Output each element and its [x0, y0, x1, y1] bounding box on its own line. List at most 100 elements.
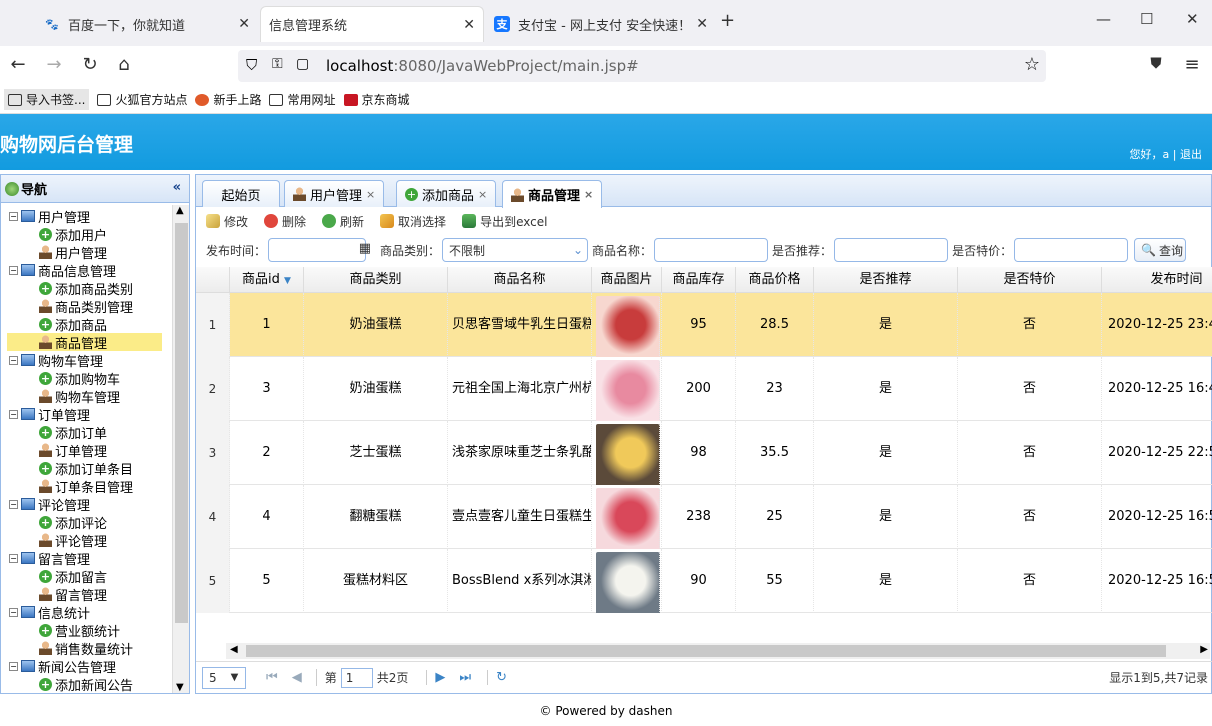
- col-image[interactable]: 商品图片: [592, 267, 662, 293]
- delete-button[interactable]: 删除: [264, 213, 306, 230]
- browser-tab-alipay[interactable]: 支 支付宝 - 网上支付 安全快速！ ✕: [486, 6, 716, 42]
- col-id[interactable]: 商品id ▼: [230, 267, 304, 293]
- scroll-right-icon[interactable]: ▶: [1200, 644, 1208, 655]
- last-page-icon[interactable]: ⏭: [459, 670, 471, 685]
- col-time[interactable]: 发布时间: [1102, 267, 1212, 293]
- tree-item[interactable]: + 添加留言: [39, 567, 107, 586]
- tree-item[interactable]: + 添加商品类别: [39, 279, 133, 298]
- back-icon[interactable]: ←: [6, 54, 30, 75]
- close-icon[interactable]: ✕: [238, 16, 250, 32]
- tree-group[interactable]: − 评论管理: [9, 495, 90, 514]
- tree-item[interactable]: + 添加商品: [39, 315, 107, 334]
- scroll-left-icon[interactable]: ◀: [230, 644, 238, 655]
- close-icon[interactable]: ×: [584, 188, 593, 201]
- reload-icon[interactable]: ↻: [78, 54, 102, 75]
- scroll-thumb[interactable]: [246, 645, 1166, 657]
- category-select[interactable]: 不限制 ⌄: [442, 238, 589, 262]
- tree-item[interactable]: 留言管理: [39, 585, 107, 604]
- page-number-input[interactable]: 1: [340, 667, 373, 688]
- collapse-toggle-icon[interactable]: −: [9, 211, 18, 221]
- tree-item[interactable]: + 营业额统计: [39, 621, 120, 640]
- col-special[interactable]: 是否特价: [958, 267, 1102, 293]
- forward-icon[interactable]: →: [42, 54, 66, 75]
- bookmark-firefox[interactable]: 火狐官方站点: [97, 91, 187, 108]
- reload-page-icon[interactable]: ↻: [487, 670, 507, 685]
- minimize-icon[interactable]: —: [1096, 10, 1111, 28]
- maximize-icon[interactable]: ☐: [1140, 10, 1153, 28]
- table-row[interactable]: 2 3 奶油蛋糕 元祖全国上海北京广州杭 200 23 是否 2020-12-25 16:4: [196, 357, 1212, 421]
- page-size-select[interactable]: 5 ▼: [202, 666, 246, 689]
- tree-item[interactable]: + 添加新闻公告: [39, 675, 133, 693]
- tree-item[interactable]: 购物车管理: [39, 387, 120, 406]
- scroll-up-icon[interactable]: ▲: [176, 205, 184, 216]
- logout-link[interactable]: 退出: [1180, 148, 1202, 161]
- col-category[interactable]: 商品类别: [304, 267, 448, 293]
- tree-item[interactable]: 订单管理: [39, 441, 107, 460]
- export-button[interactable]: 导出到excel: [462, 213, 547, 230]
- browser-tab-baidu[interactable]: 🐾 百度一下，你就知道 ✕: [36, 6, 258, 42]
- bookmark-newbie[interactable]: 新手上路: [195, 91, 261, 108]
- tree-item[interactable]: + 添加评论: [39, 513, 107, 532]
- menu-icon[interactable]: ≡: [1180, 54, 1204, 75]
- address-bar[interactable]: ⛉ ⚿ ▢ localhost:8080/JavaWebProject/main…: [238, 50, 1046, 82]
- collapse-toggle-icon[interactable]: −: [9, 409, 18, 419]
- tree-item[interactable]: + 添加用户: [39, 225, 107, 244]
- publish-time-input[interactable]: ▦: [268, 238, 371, 262]
- col-recommend[interactable]: 是否推荐: [814, 267, 958, 293]
- browser-tab-active[interactable]: 信息管理系统 ✕: [260, 6, 484, 42]
- tree-item[interactable]: + 添加购物车: [39, 369, 120, 388]
- first-page-icon[interactable]: ⏮: [266, 670, 278, 685]
- tree-group[interactable]: − 商品信息管理: [9, 261, 116, 280]
- tree-item[interactable]: + 添加订单条目: [39, 459, 133, 478]
- refresh-button[interactable]: 刷新: [322, 213, 364, 230]
- collapse-toggle-icon[interactable]: −: [9, 607, 18, 617]
- home-icon[interactable]: ⌂: [112, 54, 136, 75]
- window-close-icon[interactable]: ✕: [1186, 10, 1199, 28]
- tab-home[interactable]: 起始页: [202, 180, 280, 207]
- special-input[interactable]: [1014, 238, 1129, 262]
- tree-item[interactable]: 商品类别管理: [39, 297, 133, 316]
- tree-item[interactable]: 销售数量统计: [39, 639, 133, 658]
- query-button[interactable]: 🔍 查询: [1134, 238, 1187, 262]
- star-icon[interactable]: ☆: [1024, 54, 1040, 75]
- next-page-icon[interactable]: ▶: [426, 670, 445, 685]
- table-hscrollbar[interactable]: ◀ ▶: [226, 643, 1210, 659]
- tree-item[interactable]: 订单条目管理: [39, 477, 133, 496]
- table-row[interactable]: 1 1 奶油蛋糕 贝思客雪域牛乳生日蛋糕 95 28.5 是否 2020-12-25 23:4: [196, 293, 1212, 357]
- edit-button[interactable]: 修改: [206, 213, 248, 230]
- tab-add-goods[interactable]: + 添加商品 ×: [396, 180, 497, 207]
- cancel-select-button[interactable]: 取消选择: [380, 213, 446, 230]
- scroll-thumb[interactable]: [175, 223, 188, 623]
- tree-item[interactable]: + 添加订单: [39, 423, 107, 442]
- close-icon[interactable]: ×: [478, 188, 487, 201]
- tree-group[interactable]: − 新闻公告管理: [9, 657, 116, 676]
- table-row[interactable]: 3 2 芝士蛋糕 浅茶家原味重芝士条乳酪 98 35.5 是否 2020-12-25 22:5: [196, 421, 1212, 485]
- bookmark-jd[interactable]: 京东商城: [343, 91, 410, 108]
- scroll-down-icon[interactable]: ▼: [176, 682, 184, 693]
- col-name[interactable]: 商品名称: [448, 267, 592, 293]
- collapse-toggle-icon[interactable]: −: [9, 355, 18, 365]
- collapse-toggle-icon[interactable]: −: [9, 499, 18, 509]
- prev-page-icon[interactable]: ◀: [292, 670, 302, 685]
- table-row[interactable]: 5 5 蛋糕材料区 BossBlend x系列冰淇淋 90 55 是否 2020-12-25 …: [196, 549, 1212, 613]
- tree-group[interactable]: − 订单管理: [9, 405, 90, 424]
- collapse-toggle-icon[interactable]: −: [9, 553, 18, 563]
- table-row[interactable]: 4 4 翻糖蛋糕 壹点壹客儿童生日蛋糕生 238 25 是否 2020-12-25 16:5: [196, 485, 1212, 549]
- close-icon[interactable]: ×: [366, 188, 375, 201]
- collapse-icon[interactable]: «: [173, 180, 181, 195]
- tree-group[interactable]: − 购物车管理: [9, 351, 103, 370]
- tab-goods-manage[interactable]: 商品管理 ×: [502, 180, 603, 208]
- tree-item[interactable]: 商品管理: [7, 333, 162, 352]
- calendar-icon[interactable]: ▦: [359, 241, 371, 256]
- new-tab-icon[interactable]: +: [720, 10, 735, 31]
- bookmark-common[interactable]: 常用网址: [269, 91, 336, 108]
- sidebar-scrollbar[interactable]: ▲ ▼: [172, 205, 189, 693]
- goods-name-input[interactable]: [654, 238, 769, 262]
- bookmark-import[interactable]: 导入书签...: [4, 89, 90, 110]
- tree-group[interactable]: − 信息统计: [9, 603, 90, 622]
- collapse-toggle-icon[interactable]: −: [9, 265, 18, 275]
- tree-group[interactable]: − 留言管理: [9, 549, 90, 568]
- pocket-icon[interactable]: ⛊: [1144, 54, 1168, 72]
- collapse-toggle-icon[interactable]: −: [9, 661, 18, 671]
- col-stock[interactable]: 商品库存: [662, 267, 736, 293]
